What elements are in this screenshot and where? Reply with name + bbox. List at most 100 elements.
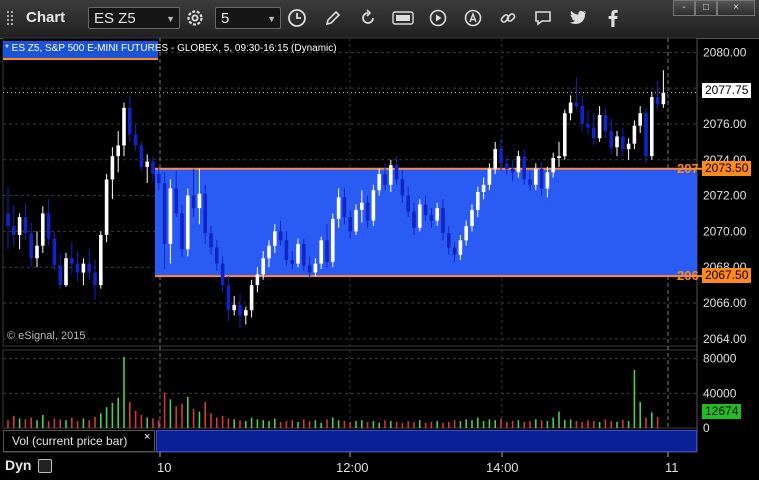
candle-body [226, 285, 231, 311]
candle-body [389, 165, 393, 185]
candle-body [447, 233, 451, 248]
candle-body [70, 258, 74, 264]
candle-body [464, 226, 468, 241]
candle-body [319, 240, 323, 264]
candle-body [342, 197, 347, 218]
candle-body [354, 209, 358, 232]
candle-body [12, 226, 16, 235]
candle-body [186, 195, 190, 250]
candle-body [255, 274, 260, 286]
candle-body [284, 240, 289, 261]
candle-body [220, 263, 225, 286]
volume-study-title[interactable]: Vol (current price bar) [3, 430, 155, 452]
lower-level-line-label: 206 [677, 268, 699, 283]
candle-body [661, 92, 666, 105]
candle-body [516, 156, 521, 173]
candle-body [296, 243, 300, 264]
candle-body [655, 97, 660, 105]
candle-body [331, 218, 335, 262]
candle-body [592, 127, 596, 139]
candle-body [476, 192, 480, 210]
candle-body [249, 285, 254, 311]
candle-body [52, 238, 57, 266]
candle-body [412, 211, 416, 228]
candle-body [348, 217, 352, 232]
candle-body [360, 202, 364, 210]
upper-level-tag: 2073.50 [702, 161, 752, 176]
candle-body [528, 179, 532, 185]
last-volume-tag: 12674 [702, 404, 742, 419]
candle-body [505, 163, 509, 169]
candle-body [104, 179, 109, 235]
candle-body [75, 263, 80, 273]
candle-body [307, 265, 312, 273]
candle-body [29, 233, 33, 259]
candle-body [110, 156, 115, 180]
candle-body [215, 247, 219, 264]
price-axis-label: 2070.00 [703, 224, 747, 238]
candle-body [128, 107, 132, 135]
price-axis: 2080.002078.002076.002074.002072.002070.… [703, 45, 747, 435]
volume-axis-label: 0 [703, 421, 710, 435]
candle-body [209, 233, 213, 248]
volume-study-close-button[interactable]: × [144, 431, 150, 443]
candle-body [191, 195, 196, 209]
volume-axis-label: 40000 [703, 386, 737, 400]
candle-body [64, 258, 68, 286]
candle-body [313, 263, 318, 273]
price-axis-label: 2064.00 [703, 332, 747, 346]
time-label-11: 11 [665, 460, 679, 475]
price-chart[interactable]: 2080.002078.002076.002074.002072.002070.… [0, 0, 759, 480]
candle-body [597, 115, 602, 139]
last-price-tag: 2077.75 [702, 83, 752, 98]
candle-body [510, 168, 515, 173]
candle-body [87, 263, 91, 273]
price-axis-label: 2076.00 [703, 117, 747, 131]
candle-body [632, 125, 637, 144]
candle-body [290, 260, 294, 264]
candle-body [609, 131, 613, 148]
candle-body [545, 172, 550, 189]
candle-body [17, 217, 22, 235]
candle-body [644, 113, 648, 157]
volume-study-strip [156, 430, 697, 452]
lower-level-tag: 2067.50 [702, 268, 752, 283]
candle-body [203, 193, 207, 234]
candle-body [580, 106, 584, 124]
time-label-1200: 12:00 [336, 460, 369, 475]
candle-body [151, 161, 155, 175]
candle-body [377, 174, 381, 191]
legend-underline [3, 58, 158, 60]
candle-body [325, 240, 329, 262]
candle-body [99, 234, 103, 286]
candle-body [145, 161, 149, 167]
range-zone-fill [155, 168, 697, 277]
lock-icon[interactable] [38, 459, 52, 473]
candle-body [157, 174, 161, 184]
candle-body [522, 156, 526, 180]
candle-body [244, 310, 248, 316]
candle-body [557, 156, 561, 158]
candle-body [180, 213, 184, 250]
candle-body [452, 247, 457, 255]
range-zone[interactable] [155, 167, 702, 278]
time-label-10: 10 [157, 460, 172, 475]
candle-body [278, 231, 283, 241]
candle-body [534, 168, 538, 185]
dynamic-label[interactable]: Dyn [5, 457, 31, 473]
candle-body [499, 149, 503, 164]
candle-body [133, 134, 138, 146]
candle-body [174, 188, 178, 214]
time-label-1400: 14:00 [486, 460, 519, 475]
candle-body [493, 149, 497, 169]
candle-body [383, 174, 387, 185]
candle-body [267, 245, 271, 259]
chart-window: Chart ES Z5 ▼ 5 ▼ - □ × 2080.00 2076.00 … [0, 0, 759, 480]
candle-body [162, 183, 167, 244]
candle-body [423, 204, 428, 216]
candle-body [58, 265, 62, 286]
price-axis-label: 2066.00 [703, 296, 747, 310]
candle-body [365, 202, 370, 221]
candle-body [41, 213, 45, 246]
candle-body [539, 168, 544, 189]
